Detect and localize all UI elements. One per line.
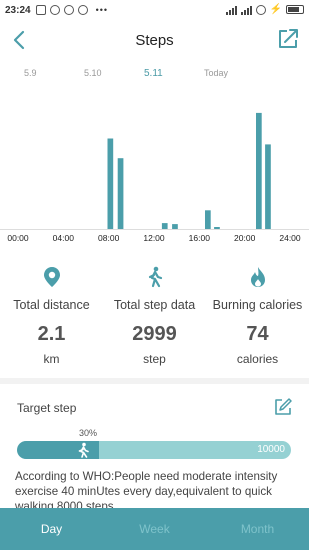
app-header: Steps: [0, 20, 309, 62]
stat-label: Burning calories: [212, 298, 303, 312]
section-divider: [0, 378, 309, 384]
chart-bar: [107, 138, 114, 229]
location-pin-icon: [43, 267, 60, 287]
progress-percent: 30%: [79, 428, 98, 438]
date-selector: 5.9 5.10 5.11 Today: [0, 68, 309, 82]
battery-icon: [286, 5, 304, 14]
chart-bar: [205, 210, 211, 229]
period-tab-bar: Day Week Month: [0, 508, 309, 550]
status-bar: 23:24 ••• ⚡: [0, 0, 309, 20]
stat-value: 74: [246, 323, 269, 345]
share-icon[interactable]: [277, 28, 299, 50]
chart-bar: [172, 224, 178, 229]
chat-icon: [49, 5, 60, 15]
chart-x-tick-label: 04:00: [53, 233, 75, 243]
target-step-label: Target step: [17, 401, 77, 415]
stat-unit: calories: [236, 352, 279, 366]
chart-x-tick-label: 20:00: [234, 233, 256, 243]
flame-icon: [250, 267, 265, 287]
signal-icon: [225, 5, 237, 15]
status-time: 23:24: [5, 4, 31, 16]
target-goal-value: 10000: [257, 444, 285, 455]
charging-icon: ⚡: [269, 4, 282, 15]
stat-value: 2999: [132, 323, 177, 345]
walking-person-icon: [148, 266, 162, 288]
chart-bar: [214, 227, 220, 229]
stat-unit: km: [43, 352, 60, 366]
edit-target-icon[interactable]: [274, 398, 292, 416]
notification-icons: •••: [35, 5, 109, 15]
date-item-today[interactable]: Today: [204, 68, 228, 78]
date-item[interactable]: 5.10: [84, 68, 102, 78]
chart-x-tick-label: 24:00: [279, 233, 301, 243]
system-icons: ⚡: [225, 4, 304, 15]
stat-unit: step: [143, 352, 166, 366]
stat-value: 2.1: [37, 323, 66, 345]
tab-day[interactable]: Day: [0, 508, 103, 550]
steps-bar-chart: 00:00 04:00 08:00 12:00 16:00 20:00 24:00: [0, 112, 309, 243]
compass-icon: [63, 5, 74, 15]
image-icon: [35, 5, 46, 15]
who-recommendation-text: According to WHO:People need moderate in…: [15, 470, 278, 509]
chart-bar: [265, 144, 271, 229]
target-progress-bar: 10000: [17, 441, 291, 459]
tab-week[interactable]: Week: [103, 508, 206, 550]
tab-month[interactable]: Month: [206, 508, 309, 550]
chart-x-tick-label: 00:00: [7, 233, 29, 243]
more-dots-icon: •••: [95, 5, 109, 15]
check-circle-icon: [77, 5, 88, 15]
wifi-icon: [255, 4, 266, 15]
walking-person-icon: [78, 442, 89, 458]
signal-icon-2: [240, 5, 252, 15]
stat-label: Total step data: [113, 298, 196, 312]
chart-bar: [117, 158, 124, 229]
chart-x-tick-label: 12:00: [143, 233, 165, 243]
date-item[interactable]: 5.9: [24, 68, 37, 78]
stats-section: Total distance 2.1 km Total step data 29…: [0, 256, 309, 372]
chart-x-tick-label: 16:00: [189, 233, 211, 243]
chart-x-tick-label: 08:00: [98, 233, 120, 243]
date-item-selected[interactable]: 5.11: [144, 68, 163, 79]
page-title: Steps: [135, 32, 174, 49]
chart-bar: [161, 223, 168, 229]
stat-label: Total distance: [13, 298, 90, 312]
chart-bar: [256, 112, 262, 229]
